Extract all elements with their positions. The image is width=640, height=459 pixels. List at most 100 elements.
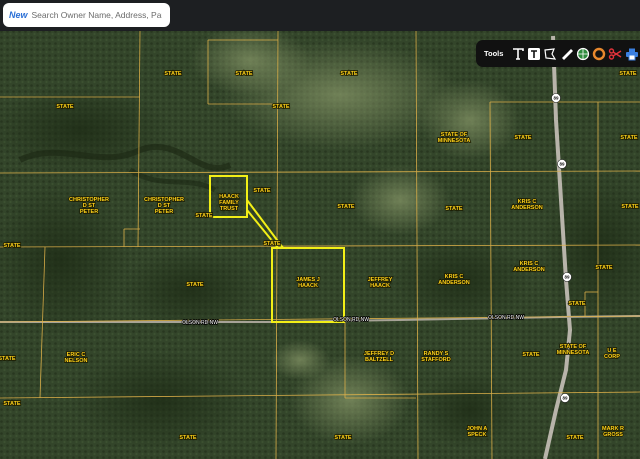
buffer-tool[interactable] <box>591 45 607 63</box>
parcel-label-line: JEFFREY <box>368 277 393 283</box>
measure-tool[interactable] <box>558 45 574 63</box>
parcel-label-line: U E <box>607 348 617 354</box>
parcel-label-state-15[interactable]: STATE <box>263 240 282 248</box>
parcel-label-line: STATE <box>3 243 21 249</box>
highway-shield-icon: 89 <box>560 393 570 403</box>
parcel-label-line: BALTZELL <box>365 357 394 363</box>
parcel-label-line: HAACK <box>219 194 239 200</box>
parcel-label-line: HAACK <box>370 283 390 289</box>
parcel-label-line: HAACK <box>298 283 318 289</box>
parcel-label-state-of-minnesota-2[interactable]: STATE OF MINNESOTA <box>556 343 590 357</box>
parcel-label-line: STATE <box>621 204 639 210</box>
parcel-label-line: ANDERSON <box>438 280 470 286</box>
parcel-label-line: PETER <box>155 209 173 215</box>
highway-number: 89 <box>553 96 559 101</box>
parcel-label-line: D ST <box>158 203 171 209</box>
parcel-label-state-20[interactable]: STATE <box>522 351 541 359</box>
parcel-label-state-3[interactable]: STATE <box>164 70 183 78</box>
parcel-label-state-18[interactable]: STATE <box>568 300 587 308</box>
parcel-label-line: STAFFORD <box>421 357 451 363</box>
parcel-label-state-7[interactable]: STATE <box>514 134 533 142</box>
parcel-label-line: STATE <box>164 71 182 77</box>
parcel-label-state-6[interactable]: STATE <box>272 103 291 111</box>
parcel-label-john-speck[interactable]: JOHN A SPECK <box>466 425 488 439</box>
parcel-label-jeffrey-haack[interactable]: JEFFREY HAACK <box>367 276 394 290</box>
parcel-label-line: STATE <box>334 435 352 441</box>
parcel-label-state-22[interactable]: STATE <box>334 434 353 442</box>
parcel-label-state-8[interactable]: STATE <box>620 134 639 142</box>
search-box[interactable]: New <box>3 3 170 27</box>
parcel-label-line: STATE <box>195 213 213 219</box>
parcel-label-james-haack[interactable]: JAMES J HAACK <box>295 276 320 290</box>
text-box-icon <box>527 47 540 60</box>
parcel-label-line: STATE <box>179 435 197 441</box>
parcel-label-jeffrey-baltzell[interactable]: JEFFREY D BALTZELL <box>363 350 395 364</box>
parcel-label-line: ERIC C <box>67 352 86 358</box>
parcel-label-line: STATE OF <box>560 344 587 350</box>
parcel-label-line: STATE <box>340 71 358 77</box>
parcel-label-state-16[interactable]: STATE <box>186 281 205 289</box>
parcel-label-state-10[interactable]: STATE <box>253 187 272 195</box>
globe-tool[interactable] <box>575 45 591 63</box>
parcel-label-line: CHRISTOPHER <box>69 197 109 203</box>
parcel-label-line: STATE <box>0 356 16 362</box>
highway-number: 89 <box>564 275 570 280</box>
parcel-label-line: KRIS C <box>445 274 464 280</box>
scissors-icon <box>609 47 622 60</box>
parcel-label-line: STATE <box>253 188 271 194</box>
road-label: OLSON RD NW <box>182 320 218 326</box>
parcel-label-state-17[interactable]: STATE <box>595 264 614 272</box>
parcel-map[interactable]: STATE STATE STATE STATE STATE STATE STATE OF MI… <box>0 0 640 459</box>
parcel-label-state-19[interactable]: STATE <box>0 355 17 363</box>
parcel-label-line: NELSON <box>65 358 88 364</box>
parcel-label-line: D ST <box>83 203 96 209</box>
parcel-label-line: KRIS C <box>520 261 539 267</box>
highway-shield-icon: 89 <box>562 272 572 282</box>
parcel-label-state-of-minnesota-1[interactable]: STATE OF MINNESOTA <box>437 131 471 145</box>
parcel-label-line: STATE <box>620 135 638 141</box>
polygon-tool[interactable] <box>542 45 558 63</box>
parcel-label-line: STATE <box>263 241 281 247</box>
parcel-label-line: STATE <box>522 352 540 358</box>
text-tool[interactable] <box>509 45 525 63</box>
parcel-label-state-4[interactable]: STATE <box>619 70 638 78</box>
highway-number: 89 <box>562 396 568 401</box>
top-bar: New <box>0 0 640 31</box>
clear-tool[interactable] <box>607 45 623 63</box>
parcel-label-haack-family-trust[interactable]: HAACK FAMILY TRUST <box>218 193 240 213</box>
parcel-label-state-23[interactable]: STATE <box>566 434 585 442</box>
parcel-label-state-13[interactable]: STATE <box>621 203 640 211</box>
parcel-label-state-11[interactable]: STATE <box>337 203 356 211</box>
parcel-label-line: KRIS C <box>518 199 537 205</box>
parcel-label-state-14[interactable]: STATE <box>3 242 22 250</box>
print-tool[interactable] <box>624 45 640 63</box>
parcel-label-state-1[interactable]: STATE <box>235 70 254 78</box>
parcel-label-randy-stafford[interactable]: RANDY S STAFFORD <box>420 350 451 364</box>
parcel-label-line: FAMILY <box>219 200 239 206</box>
parcel-label-state-21[interactable]: STATE <box>179 434 198 442</box>
road-label: OLSON RD NW <box>333 317 369 323</box>
parcel-label-line: STATE <box>337 204 355 210</box>
parcel-label-line: STATE <box>445 206 463 212</box>
parcel-label-line: STATE <box>272 104 290 110</box>
parcel-label-line: JEFFREY D <box>364 351 394 357</box>
parcel-label-state-12[interactable]: STATE <box>445 205 464 213</box>
parcel-label-state-24[interactable]: STATE <box>3 400 22 408</box>
parcel-label-eric-nelson[interactable]: ERIC C NELSON <box>64 351 89 365</box>
parcel-label-line: CORP <box>604 354 620 360</box>
search-input[interactable] <box>31 10 162 20</box>
parcel-label-line: PETER <box>80 209 98 215</box>
highway-shield-icon: 89 <box>557 159 567 169</box>
parcel-label-state-2[interactable]: STATE <box>340 70 359 78</box>
parcel-label-line: STATE <box>3 401 21 407</box>
parcel-label-mark-gross[interactable]: MARK R GROSS <box>601 425 625 439</box>
globe-icon <box>576 47 589 60</box>
parcel-label-line: MINNESOTA <box>557 350 590 356</box>
parcel-label-line: ANDERSON <box>513 267 545 273</box>
parcel-label-line: STATE <box>568 301 586 307</box>
parcel-label-line: ANDERSON <box>511 205 543 211</box>
parcel-label-state-5[interactable]: STATE <box>56 103 75 111</box>
parcel-label-state-9[interactable]: STATE <box>195 212 214 220</box>
parcel-label-line: JOHN A <box>467 426 488 432</box>
text-box-tool[interactable] <box>526 45 542 63</box>
